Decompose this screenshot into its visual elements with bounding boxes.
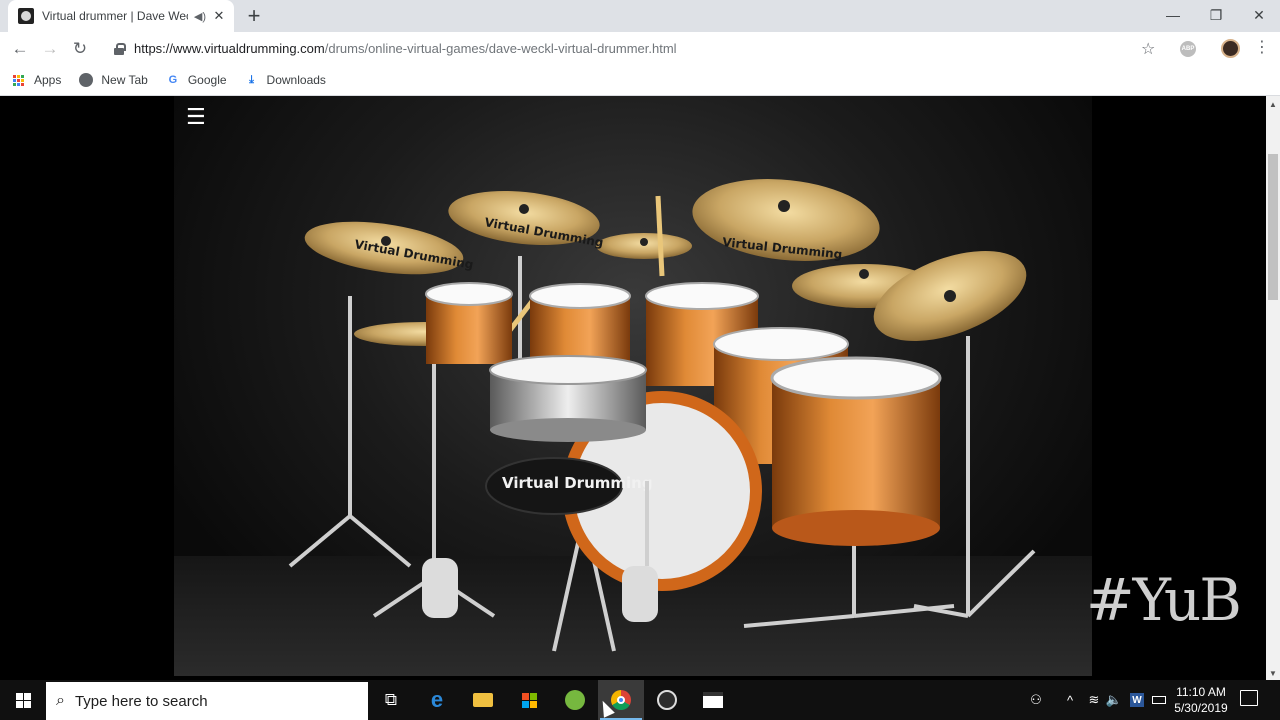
- edge-icon: e: [430, 687, 444, 712]
- chevron-up-icon[interactable]: ^: [1060, 680, 1080, 720]
- minimize-button[interactable]: —: [1150, 0, 1196, 30]
- chrome-icon: [611, 690, 631, 710]
- apps-grid-icon: [12, 73, 26, 87]
- page-scrollbar[interactable]: ▲ ▼: [1266, 96, 1280, 680]
- bookmark-label: Google: [187, 73, 227, 87]
- snare-drum[interactable]: [489, 355, 647, 442]
- speaker-icon[interactable]: ◀): [194, 10, 206, 23]
- hamburger-menu-icon[interactable]: ☰: [186, 106, 208, 128]
- battery-icon[interactable]: [1150, 680, 1168, 720]
- utorrent-icon: [565, 690, 585, 710]
- store-icon: [519, 690, 539, 710]
- site-favicon-icon: [18, 8, 34, 24]
- bookmark-google[interactable]: G Google: [166, 73, 227, 87]
- globe-icon: [79, 73, 94, 87]
- drum-kit-stage: Virtual Drumming Virtual Drumming Virtua…: [174, 96, 1092, 676]
- lock-icon: [114, 42, 126, 55]
- obs-icon: [657, 690, 677, 710]
- browser-toolbar: ← → ↻ https://www.virtualdrumming.com/dr…: [0, 32, 1280, 65]
- adblock-plus-icon[interactable]: ABP: [1180, 41, 1196, 57]
- watermark-text: #YuB: [1086, 566, 1242, 634]
- bookmark-label: Apps: [34, 73, 62, 87]
- search-icon: ⌕: [56, 692, 65, 709]
- windows-logo-icon: [15, 692, 31, 708]
- reload-button[interactable]: ↻: [68, 37, 92, 61]
- wifi-icon[interactable]: ≋: [1084, 680, 1104, 720]
- back-button[interactable]: ←: [8, 37, 32, 61]
- bookmark-apps[interactable]: Apps: [12, 73, 61, 87]
- action-center-icon[interactable]: [1240, 690, 1258, 706]
- download-icon: ⤓: [249, 73, 254, 86]
- people-icon[interactable]: ⚇: [1024, 680, 1048, 720]
- word-icon-glyph: W: [1130, 693, 1144, 707]
- taskbar-search[interactable]: ⌕: [46, 682, 368, 720]
- volume-icon[interactable]: 🔈: [1104, 680, 1124, 720]
- restore-button[interactable]: ❐: [1193, 0, 1239, 30]
- scroll-up-icon[interactable]: ▲: [1269, 100, 1277, 109]
- windows-taskbar: ⌕ ⧉ e ⚇ ^ ≋ 🔈 W 11:10 AM 5/30/2019: [0, 680, 1280, 720]
- store-button[interactable]: [506, 680, 552, 720]
- obs-button[interactable]: [644, 680, 690, 720]
- forward-button[interactable]: →: [38, 37, 62, 61]
- start-button[interactable]: [0, 680, 46, 720]
- browser-tab[interactable]: Virtual drummer | Dave Weckl Virtual Dru…: [8, 0, 234, 32]
- clock-date: 5/30/2019: [1174, 701, 1228, 715]
- taskbar-clock[interactable]: 11:10 AM 5/30/2019: [1170, 684, 1232, 716]
- drum-kit-illustration: Virtual Drumming Virtual Drumming Virtua…: [288, 179, 1036, 652]
- bookmark-label: New Tab: [101, 73, 148, 87]
- page-content: Virtual Drumming Virtual Drumming Virtua…: [0, 96, 1266, 680]
- tab-close-icon[interactable]: ✕: [212, 8, 226, 24]
- bookmark-label: Downloads: [266, 73, 326, 87]
- task-view-icon: ⧉: [384, 690, 398, 709]
- url-text: https://www.virtualdrumming.com/drums/on…: [134, 41, 677, 56]
- bookmark-new-tab[interactable]: New Tab: [79, 73, 148, 87]
- bookmark-downloads[interactable]: ⤓ Downloads: [245, 73, 326, 87]
- clock-time: 11:10 AM: [1176, 685, 1226, 699]
- file-explorer-icon: [473, 690, 493, 710]
- throne-brand-text: Virtual Drumming: [502, 474, 653, 492]
- google-icon: G: [168, 74, 178, 86]
- word-icon[interactable]: W: [1128, 680, 1146, 720]
- scroll-thumb[interactable]: [1268, 154, 1278, 300]
- edge-button[interactable]: e: [414, 680, 460, 720]
- utorrent-button[interactable]: [552, 680, 598, 720]
- scroll-down-icon[interactable]: ▼: [1269, 669, 1277, 678]
- browser-tab-strip: Virtual drummer | Dave Weckl Virtual Dru…: [0, 0, 1280, 32]
- search-input[interactable]: [74, 692, 335, 710]
- task-view-button[interactable]: ⧉: [368, 680, 414, 720]
- media-clapper-button[interactable]: [690, 680, 736, 720]
- profile-avatar[interactable]: [1221, 39, 1240, 58]
- file-explorer-button[interactable]: [460, 680, 506, 720]
- new-tab-button[interactable]: +: [244, 3, 264, 29]
- bookmarks-bar: Apps New Tab G Google ⤓ Downloads: [0, 65, 1280, 96]
- url-host: https://www.virtualdrumming.com: [134, 41, 325, 56]
- bookmark-star-icon[interactable]: ☆: [1141, 39, 1155, 59]
- address-bar[interactable]: https://www.virtualdrumming.com/drums/on…: [104, 34, 1164, 63]
- url-path: /drums/online-virtual-games/dave-weckl-v…: [324, 41, 677, 56]
- tab-title: Virtual drummer | Dave Weckl Virtual Dru…: [42, 9, 188, 23]
- chrome-menu-icon[interactable]: ⋮: [1254, 37, 1270, 57]
- media-clapper-icon: [703, 690, 723, 710]
- close-window-button[interactable]: ✕: [1236, 0, 1280, 30]
